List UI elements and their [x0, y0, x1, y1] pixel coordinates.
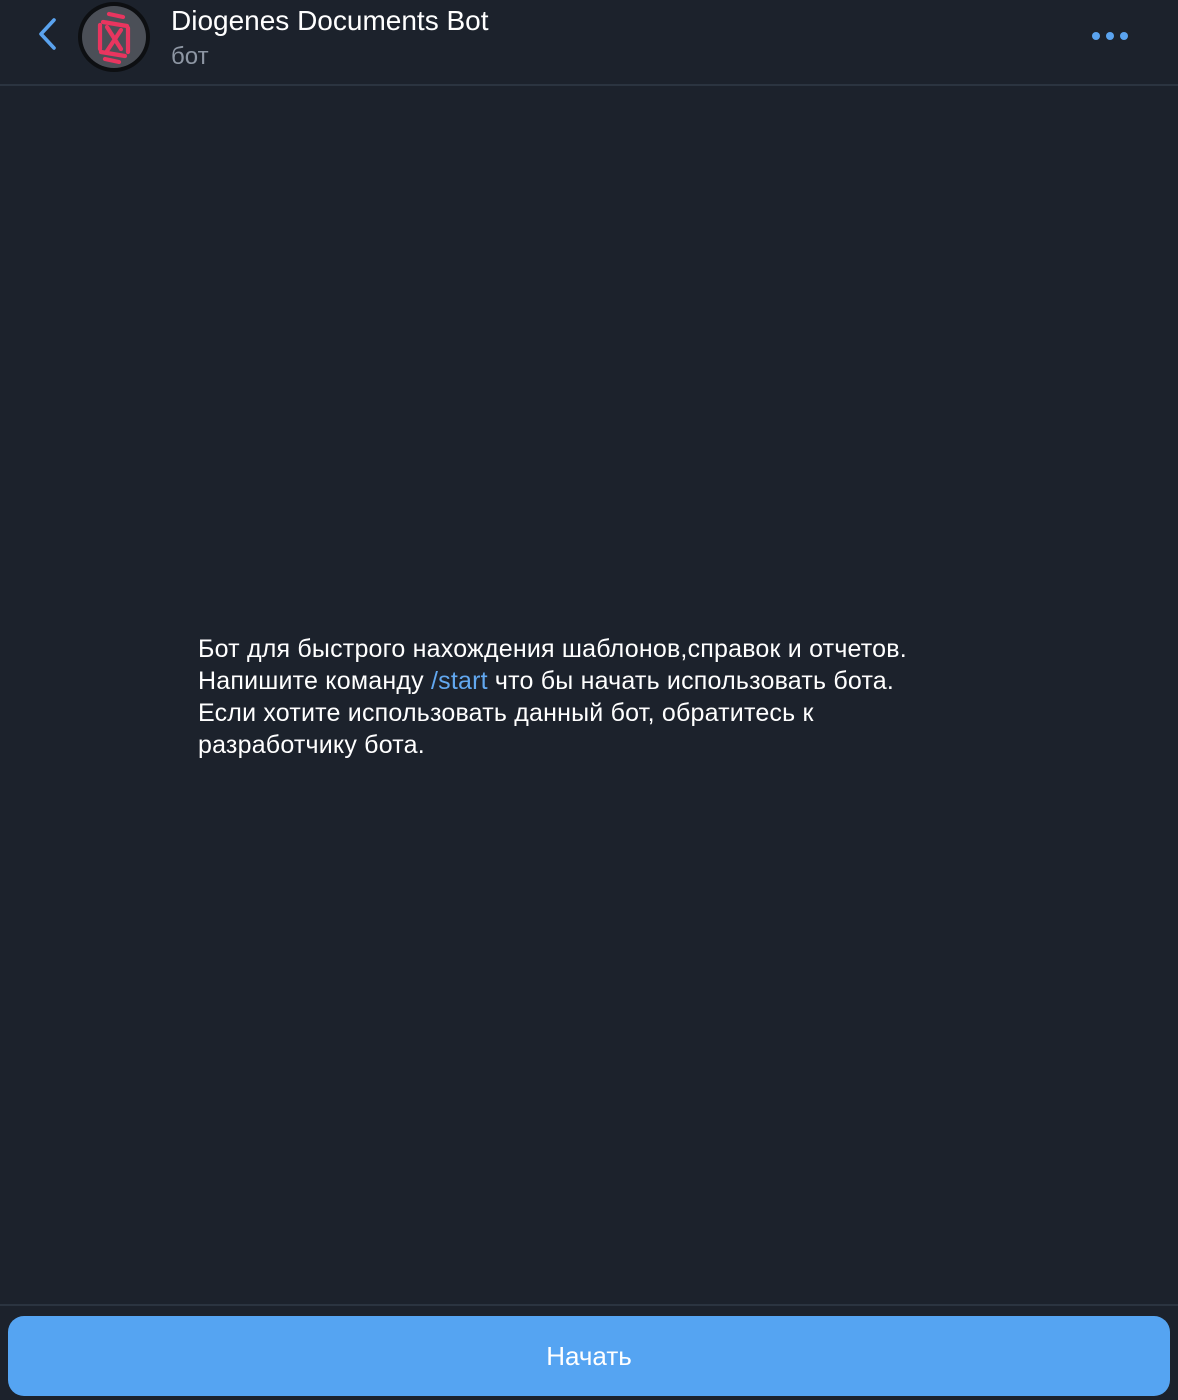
bottom-bar: Начать — [0, 1304, 1178, 1400]
more-dots-icon — [1120, 32, 1128, 40]
start-command-link[interactable]: /start — [431, 667, 488, 695]
description-line: Напишите команду /start что бы начать ис… — [198, 665, 1008, 697]
description-text: что бы начать использовать бота. — [487, 667, 895, 695]
telegram-bot-chat: Diogenes Documents Bot бот Бот для быстр… — [0, 0, 1178, 1400]
description-line: Если хотите использовать данный бот, обр… — [198, 699, 814, 727]
chat-title-block[interactable]: Diogenes Documents Bot бот — [171, 4, 489, 72]
more-dots-icon — [1106, 32, 1114, 40]
chevron-left-icon — [37, 17, 59, 56]
chat-subtitle: бот — [171, 43, 209, 70]
chat-header: Diogenes Documents Bot бот — [0, 0, 1178, 86]
bot-description: Бот для быстрого нахождения шаблонов,спр… — [198, 633, 1008, 761]
bot-avatar[interactable] — [78, 2, 150, 72]
back-button[interactable] — [26, 14, 70, 58]
start-button[interactable]: Начать — [8, 1316, 1170, 1396]
chat-area: Бот для быстрого нахождения шаблонов,спр… — [0, 88, 1178, 1304]
more-options-button[interactable] — [1084, 18, 1136, 54]
description-line: Бот для быстрого нахождения шаблонов,спр… — [198, 635, 907, 663]
bot-logo-icon — [82, 6, 146, 68]
description-line: разработчику бота. — [198, 731, 425, 759]
more-dots-icon — [1092, 32, 1100, 40]
description-text: Напишите команду — [198, 667, 431, 695]
chat-title: Diogenes Documents Bot — [171, 5, 489, 36]
